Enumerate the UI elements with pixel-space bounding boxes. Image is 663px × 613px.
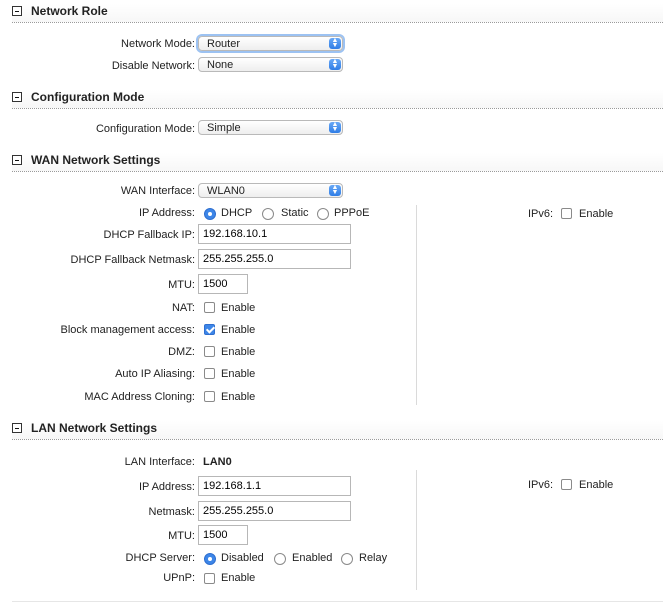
mac-address-cloning-label: MAC Address Cloning: <box>84 391 195 403</box>
lan-interface-label: LAN Interface: <box>124 456 195 468</box>
dhcp-server-relay-radio[interactable] <box>341 553 353 565</box>
auto-ip-aliasing-checkbox[interactable] <box>204 368 215 379</box>
network-mode-label: Network Mode: <box>121 38 195 50</box>
nat-enable-text: Enable <box>221 302 256 314</box>
wan-column-divider <box>416 205 417 405</box>
lan-settings-header: LAN Network Settings <box>12 421 663 440</box>
nat-checkbox[interactable] <box>204 302 215 313</box>
network-mode-value: Router <box>207 38 241 50</box>
dhcp-fallback-ip-label: DHCP Fallback IP: <box>103 229 196 241</box>
dhcp-fallback-ip-input[interactable] <box>198 224 351 244</box>
auto-ip-aliasing-label: Auto IP Aliasing: <box>115 368 195 380</box>
disable-network-value: None <box>207 59 234 71</box>
dhcp-server-enabled-label: Enabled <box>292 552 333 564</box>
wan-ip-pppoe-radio[interactable] <box>317 208 329 220</box>
wan-ipv6-enable-text: Enable <box>579 208 614 220</box>
dhcp-server-relay-label: Relay <box>359 552 388 564</box>
wan-ip-pppoe-label: PPPoE <box>334 207 370 219</box>
collapse-lan-toggle[interactable] <box>12 423 22 433</box>
wan-interface-value: WLAN0 <box>207 185 245 197</box>
lan-settings-title: LAN Network Settings <box>31 421 158 435</box>
collapse-network-role-toggle[interactable] <box>12 6 22 16</box>
bottom-divider <box>12 601 663 602</box>
disable-network-label: Disable Network: <box>111 60 195 72</box>
wan-mtu-label: MTU: <box>168 279 195 291</box>
configuration-mode-title: Configuration Mode <box>31 90 145 104</box>
wan-interface-label: WAN Interface: <box>120 185 195 197</box>
dhcp-fallback-netmask-input[interactable] <box>198 249 351 269</box>
auto-ip-aliasing-enable-text: Enable <box>221 368 256 380</box>
wan-ipv6-checkbox[interactable] <box>561 208 572 219</box>
wan-interface-select[interactable]: WLAN0 ▲ ▼ <box>198 183 343 198</box>
dhcp-server-enabled-radio[interactable] <box>274 553 286 565</box>
configuration-mode-value: Simple <box>207 122 241 134</box>
wan-settings-header: WAN Network Settings <box>12 153 663 172</box>
lan-netmask-input[interactable] <box>198 501 351 521</box>
dhcp-server-disabled-radio[interactable] <box>204 553 216 565</box>
block-management-access-label: Block management access: <box>60 324 195 336</box>
lan-ip-address-input[interactable] <box>198 476 351 496</box>
dhcp-server-label: DHCP Server: <box>125 552 195 564</box>
dhcp-fallback-netmask-label: DHCP Fallback Netmask: <box>70 254 196 266</box>
lan-ipv6-checkbox[interactable] <box>561 479 572 490</box>
network-mode-select[interactable]: Router ▲ ▼ <box>198 36 343 51</box>
upnp-label: UPnP: <box>163 572 195 584</box>
configuration-mode-label: Configuration Mode: <box>95 123 195 135</box>
chevron-updown-icon: ▲ ▼ <box>329 121 341 133</box>
lan-ipv6-enable-text: Enable <box>579 479 614 491</box>
upnp-checkbox[interactable] <box>204 573 215 584</box>
mac-address-cloning-enable-text: Enable <box>221 391 256 403</box>
lan-interface-value: LAN0 <box>203 456 232 468</box>
lan-mtu-input[interactable] <box>198 525 248 545</box>
configuration-mode-select[interactable]: Simple ▲ ▼ <box>198 120 343 135</box>
wan-mtu-input[interactable] <box>198 274 248 294</box>
mac-address-cloning-checkbox[interactable] <box>204 391 215 402</box>
disable-network-select[interactable]: None ▲ ▼ <box>198 57 343 72</box>
lan-ip-address-label: IP Address: <box>138 481 195 493</box>
chevron-updown-icon: ▲ ▼ <box>329 37 341 49</box>
network-role-title: Network Role <box>31 4 108 18</box>
configuration-mode-header: Configuration Mode <box>12 90 663 109</box>
lan-column-divider <box>416 470 417 590</box>
upnp-enable-text: Enable <box>221 572 256 584</box>
collapse-configuration-mode-toggle[interactable] <box>12 92 22 102</box>
dmz-checkbox[interactable] <box>204 346 215 357</box>
dmz-label: DMZ: <box>168 346 195 358</box>
collapse-wan-toggle[interactable] <box>12 155 22 165</box>
block-management-access-enable-text: Enable <box>221 324 256 336</box>
network-role-header: Network Role <box>12 4 663 23</box>
lan-netmask-label: Netmask: <box>148 506 195 518</box>
wan-ip-address-label: IP Address: <box>138 207 195 219</box>
wan-ip-static-label: Static <box>281 207 309 219</box>
dhcp-server-disabled-label: Disabled <box>221 552 264 564</box>
wan-ip-dhcp-label: DHCP <box>221 207 253 219</box>
wan-settings-title: WAN Network Settings <box>31 153 161 167</box>
dmz-enable-text: Enable <box>221 346 256 358</box>
chevron-updown-icon: ▲ ▼ <box>329 58 341 70</box>
wan-ip-dhcp-radio[interactable] <box>204 208 216 220</box>
lan-mtu-label: MTU: <box>168 530 195 542</box>
wan-ipv6-label: IPv6: <box>528 208 554 220</box>
nat-label: NAT: <box>171 302 195 314</box>
chevron-updown-icon: ▲ ▼ <box>329 184 341 196</box>
block-management-access-checkbox[interactable] <box>204 324 215 335</box>
wan-ip-static-radio[interactable] <box>262 208 274 220</box>
lan-ipv6-label: IPv6: <box>528 479 554 491</box>
